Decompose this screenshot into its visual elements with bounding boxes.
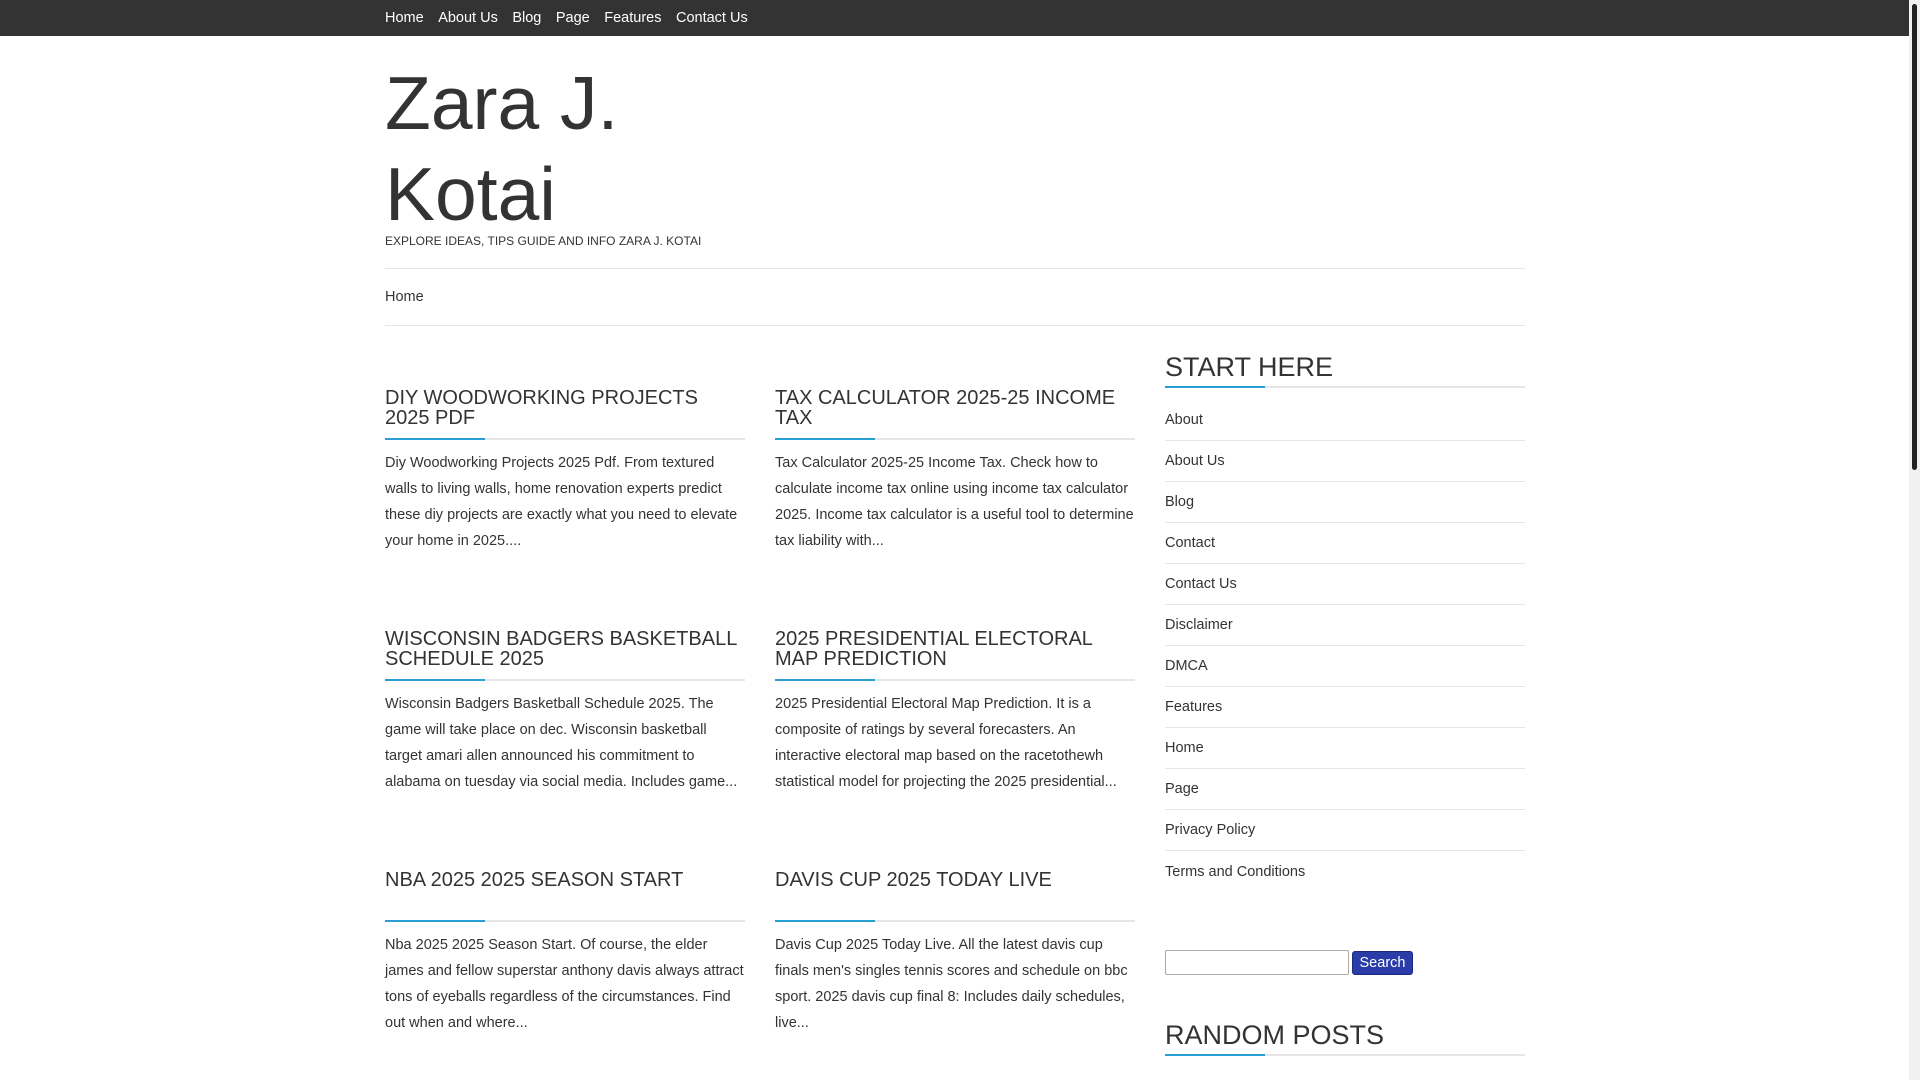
- post-card: 2025 PRESIDENTIAL ELECTORAL MAP PREDICTI…: [775, 629, 1135, 795]
- random-posts-heading: RANDOM POSTS: [1165, 1020, 1385, 1050]
- page-link-about-us[interactable]: About Us: [1165, 453, 1225, 469]
- list-item: Contact Us: [1165, 564, 1525, 605]
- main-nav-home[interactable]: Home: [385, 289, 424, 305]
- post-card: NBA 2025 2025 SEASON START Nba 2025 2025…: [385, 870, 745, 1036]
- list-item: Privacy Policy: [1165, 810, 1525, 851]
- post-card: WISCONSIN BADGERS BASKETBALL SCHEDULE 20…: [385, 629, 745, 795]
- search-button[interactable]: Search: [1352, 951, 1413, 975]
- list-item: Home: [1165, 728, 1525, 769]
- search-input[interactable]: [1165, 950, 1349, 975]
- main-navigation: Home: [385, 268, 1525, 326]
- list-item: About Us: [1165, 441, 1525, 482]
- list-item: Page: [1165, 769, 1525, 810]
- list-item: DMCA: [1165, 646, 1525, 687]
- post-card: DIY WOODWORKING PROJECTS 2025 PDF Diy Wo…: [385, 388, 745, 554]
- post-title[interactable]: TAX CALCULATOR 2025-25 INCOME TAX: [775, 388, 1135, 436]
- top-nav-contact-us[interactable]: Contact Us: [676, 10, 748, 26]
- post-title-divider: [775, 920, 1135, 922]
- post-title[interactable]: DAVIS CUP 2025 TODAY LIVE: [775, 870, 1135, 918]
- post-card: DAVIS CUP 2025 TODAY LIVE Davis Cup 2025…: [775, 870, 1135, 1036]
- post-title[interactable]: NBA 2025 2025 SEASON START: [385, 870, 745, 918]
- page-link-contact-us[interactable]: Contact Us: [1165, 576, 1237, 592]
- page-scrollbar[interactable]: [1909, 0, 1920, 1080]
- page-link-page[interactable]: Page: [1165, 781, 1199, 797]
- site-tagline: EXPLORE IDEAS, TIPS GUIDE AND INFO ZARA …: [385, 234, 702, 248]
- post-title-divider: [775, 438, 1135, 440]
- page-link-features[interactable]: Features: [1165, 699, 1222, 715]
- page-link-terms-and-conditions[interactable]: Terms and Conditions: [1165, 864, 1305, 880]
- list-item: Disclaimer: [1165, 605, 1525, 646]
- start-here-heading: START HERE: [1165, 352, 1334, 382]
- page-link-home[interactable]: Home: [1165, 740, 1204, 756]
- post-excerpt: Tax Calculator 2025-25 Income Tax. Check…: [775, 455, 1134, 549]
- top-nav-home[interactable]: Home: [385, 10, 424, 26]
- post-title-divider: [385, 920, 745, 922]
- list-item: Features: [1165, 687, 1525, 728]
- post-excerpt: Nba 2025 2025 Season Start. Of course, t…: [385, 937, 744, 1031]
- post-card: TAX CALCULATOR 2025-25 INCOME TAX Tax Ca…: [775, 388, 1135, 554]
- page-link-privacy-policy[interactable]: Privacy Policy: [1165, 822, 1255, 838]
- post-excerpt: Wisconsin Badgers Basketball Schedule 20…: [385, 696, 738, 790]
- scrollbar-thumb[interactable]: [1912, 4, 1917, 470]
- post-title[interactable]: 2025 PRESIDENTIAL ELECTORAL MAP PREDICTI…: [775, 629, 1135, 677]
- top-nav-page[interactable]: Page: [556, 10, 590, 26]
- post-excerpt: 2025 Presidential Electoral Map Predicti…: [775, 696, 1117, 790]
- list-item: About: [1165, 400, 1525, 441]
- page-link-about[interactable]: About: [1165, 412, 1203, 428]
- page-link-contact[interactable]: Contact: [1165, 535, 1215, 551]
- top-nav-about-us[interactable]: About Us: [438, 10, 498, 26]
- random-posts-divider: [1165, 1054, 1525, 1056]
- list-item: Blog: [1165, 482, 1525, 523]
- post-excerpt: Davis Cup 2025 Today Live. All the lates…: [775, 937, 1128, 1031]
- top-nav-blog[interactable]: Blog: [512, 10, 541, 26]
- page-link-blog[interactable]: Blog: [1165, 494, 1194, 510]
- start-here-divider: [1165, 386, 1525, 388]
- top-navbar: Home About Us Blog Page Features Contact…: [0, 0, 1909, 36]
- page-link-disclaimer[interactable]: Disclaimer: [1165, 617, 1233, 633]
- page-link-dmca[interactable]: DMCA: [1165, 658, 1208, 674]
- post-excerpt: Diy Woodworking Projects 2025 Pdf. From …: [385, 455, 738, 549]
- top-nav-features[interactable]: Features: [604, 10, 661, 26]
- post-title[interactable]: WISCONSIN BADGERS BASKETBALL SCHEDULE 20…: [385, 629, 745, 677]
- post-title-divider: [385, 438, 745, 440]
- post-title[interactable]: DIY WOODWORKING PROJECTS 2025 PDF: [385, 388, 745, 436]
- post-title-divider: [385, 679, 745, 681]
- pages-list: About About Us Blog Contact Contact Us D…: [1165, 400, 1525, 892]
- list-item: Contact: [1165, 523, 1525, 564]
- list-item: Terms and Conditions: [1165, 851, 1525, 892]
- site-title[interactable]: Zara J. Kotai: [385, 58, 785, 240]
- post-title-divider: [775, 679, 1135, 681]
- top-nav-links: Home About Us Blog Page Features Contact…: [385, 0, 762, 36]
